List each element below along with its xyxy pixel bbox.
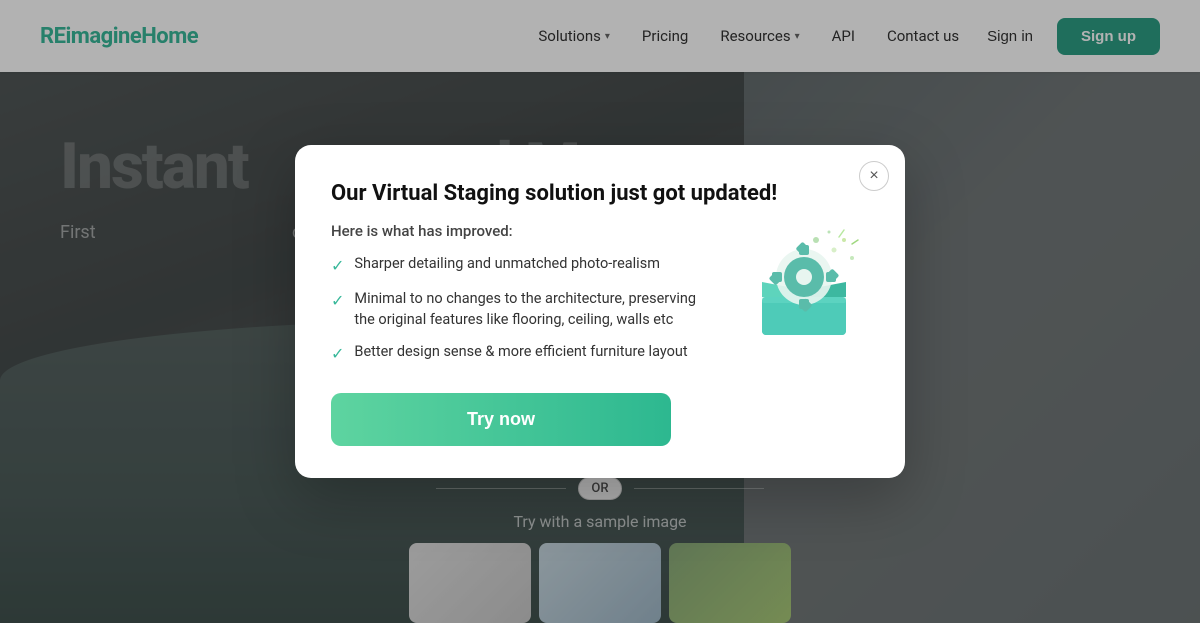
modal-dialog: × Our Virtual Staging solution just got … [295, 145, 905, 478]
modal-overlay: × Our Virtual Staging solution just got … [0, 0, 1200, 623]
list-item: ✓ Better design sense & more efficient f… [331, 342, 719, 365]
feature-text-3: Better design sense & more efficient fur… [354, 342, 687, 362]
feature-text-1: Sharper detailing and unmatched photo-re… [354, 254, 660, 274]
modal-body: Here is what has improved: ✓ Sharper det… [331, 222, 869, 365]
modal-subtitle: Here is what has improved: [331, 222, 719, 240]
modal-close-button[interactable]: × [859, 161, 889, 191]
check-icon-2: ✓ [331, 290, 344, 312]
modal-title: Our Virtual Staging solution just got up… [331, 181, 869, 206]
try-now-button[interactable]: Try now [331, 393, 671, 446]
modal-btn-row: Try now [331, 393, 869, 446]
list-item: ✓ Sharper detailing and unmatched photo-… [331, 254, 719, 277]
modal-illustration [739, 222, 869, 342]
check-icon-1: ✓ [331, 255, 344, 277]
modal-feature-list: ✓ Sharper detailing and unmatched photo-… [331, 254, 719, 365]
feature-text-2: Minimal to no changes to the architectur… [354, 289, 719, 330]
check-icon-3: ✓ [331, 343, 344, 365]
modal-content: Here is what has improved: ✓ Sharper det… [331, 222, 719, 365]
gear-box-icon [744, 222, 864, 342]
list-item: ✓ Minimal to no changes to the architect… [331, 289, 719, 330]
